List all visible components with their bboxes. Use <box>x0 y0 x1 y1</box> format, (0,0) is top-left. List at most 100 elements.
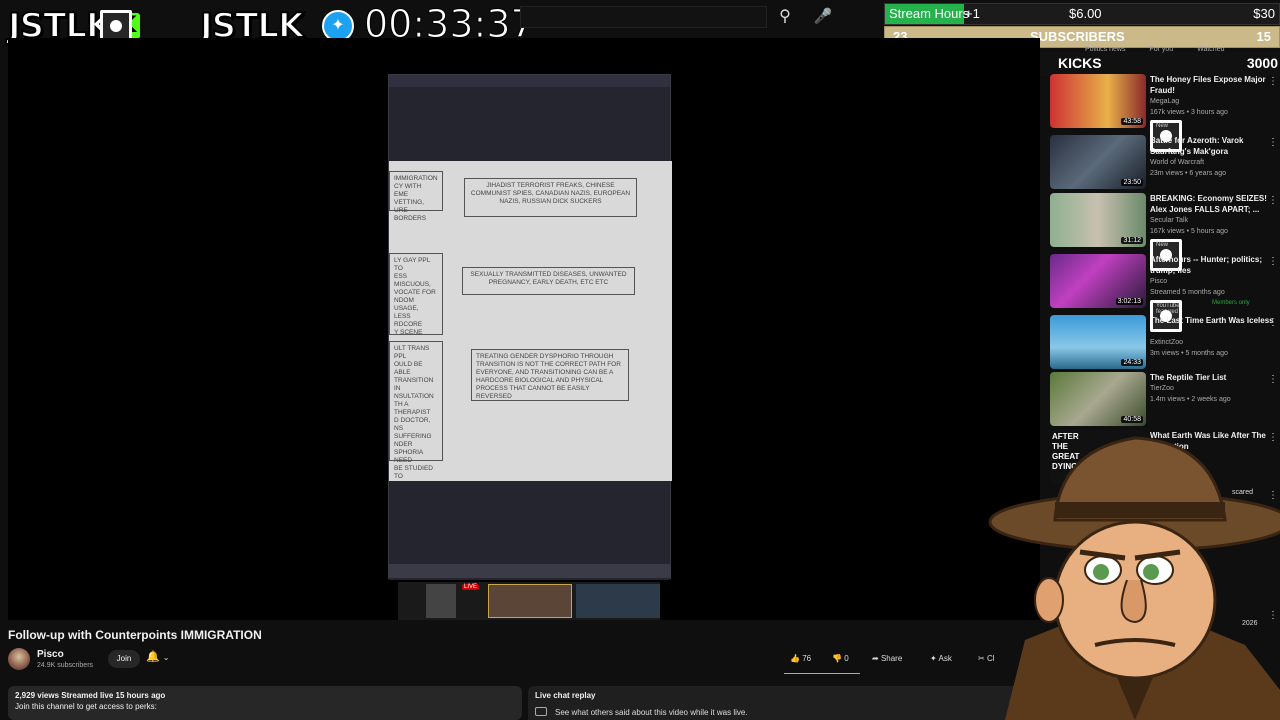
kicks-goal-value: 3000 <box>1246 55 1278 71</box>
rec-meta: 167k views • 3 hours ago <box>1150 109 1228 116</box>
chat-subtitle: See what others said about this video wh… <box>555 708 748 717</box>
doc-left-box-3: ULT TRANS PPL OULD BE ABLE TRANSITION IN… <box>389 341 443 496</box>
screen-share-thumb <box>426 584 456 618</box>
stream-hours-mid: $6.00 <box>1069 6 1102 21</box>
channel-name[interactable]: Pisco <box>37 649 64 660</box>
video-thumbnail: 31:12 <box>1050 193 1146 247</box>
doc-left-box-1: IMMIGRATION CY WITH EME VETTING, URE BOR… <box>389 171 443 222</box>
live-badge: LIVE <box>462 584 480 590</box>
video-frame-phone: IMMIGRATION CY WITH EME VETTING, URE BOR… <box>388 74 672 580</box>
notifications-button[interactable]: 🔔 ⌄ <box>146 650 184 668</box>
rec-title: The Honey Files Expose Major Fraud! <box>1150 75 1266 95</box>
more-icon[interactable]: ⋮ <box>1268 374 1278 385</box>
more-icon[interactable]: ⋮ <box>1268 317 1278 328</box>
phone-status-bar <box>389 75 670 87</box>
ask-button[interactable]: ✦ Ask <box>930 649 952 669</box>
avatar[interactable] <box>8 648 30 670</box>
duration: 23:50 <box>1121 179 1143 186</box>
chat-title: Live chat replay <box>535 691 596 700</box>
rec-title: BREAKING: Economy SEIZES! Alex Jones FAL… <box>1150 194 1267 214</box>
more-icon[interactable]: ⋮ <box>1268 76 1278 87</box>
channel-subscribers: 24.9K subscribers <box>37 662 94 669</box>
dislike-button[interactable]: 👎 0 <box>832 649 849 669</box>
stream-hours-end: $30 <box>1253 6 1275 21</box>
phone-taskbar <box>389 564 670 578</box>
video-thumbnail: 24:33 <box>1050 315 1146 369</box>
subscribers-goal-value: 15 <box>1256 29 1271 44</box>
mascot-iris-left <box>1093 564 1109 580</box>
list-item[interactable]: 40:58 The Reptile Tier List TierZoo 1.4m… <box>1050 372 1280 428</box>
search-input[interactable] <box>520 6 767 28</box>
list-item[interactable]: 31:12 BREAKING: Economy SEIZES! Alex Jon… <box>1050 193 1280 271</box>
description-box[interactable]: 2,929 views Streamed live 15 hours ago J… <box>8 686 522 720</box>
list-item[interactable]: 23:50 Battle for Azeroth: Varok Saurfang… <box>1050 135 1280 191</box>
description-meta: 2,929 views Streamed live 15 hours ago <box>15 691 166 700</box>
duration: 40:58 <box>1121 416 1143 423</box>
like-underline <box>784 673 860 674</box>
list-item[interactable]: 3:02:13 Afterhours -- Hunter; politics; … <box>1050 254 1280 332</box>
bell-icon: 🔔 <box>146 651 160 663</box>
rec-title: The Reptile Tier List <box>1150 373 1227 382</box>
share-button[interactable]: ➦ Share <box>872 649 902 669</box>
sidebar-chips: Politics news For you Watched <box>1085 46 1224 53</box>
rec-meta: 3m views • 5 months ago <box>1150 350 1228 357</box>
rec-meta: 23m views • 6 years ago <box>1150 170 1226 177</box>
detective-mascot <box>988 436 1280 720</box>
phone-dark-region <box>389 87 670 161</box>
rec-meta: Streamed 5 months ago <box>1150 289 1225 296</box>
chip-for-you[interactable]: For you <box>1149 46 1173 53</box>
stream-hours-label: Stream Hours <box>889 6 970 21</box>
rec-meta: 167k views • 5 hours ago <box>1150 228 1228 235</box>
share-label: Share <box>880 654 903 663</box>
duration: 43:58 <box>1121 118 1143 125</box>
search-icon[interactable]: ⚲ <box>770 4 800 30</box>
chip-watched[interactable]: Watched <box>1197 46 1224 53</box>
rec-title: Battle for Azeroth: Varok Saurfang's Mak… <box>1150 136 1244 156</box>
kicks-label: KICKS <box>1058 55 1102 71</box>
more-icon[interactable]: ⋮ <box>1268 195 1278 206</box>
rec-channel: TierZoo <box>1150 385 1174 392</box>
rec-channel: MegaLag <box>1150 98 1180 105</box>
members-only-badge: Members only <box>1212 300 1250 306</box>
list-item[interactable]: 24:33 The Last Time Earth Was Iceless Ex… <box>1050 315 1280 371</box>
doc-right-box-1: JIHADIST TERRORIST FREAKS, CHINESE COMMU… <box>464 178 637 217</box>
like-button[interactable]: 👍 76 <box>790 649 811 669</box>
thumbs-up-icon: 👍 <box>790 654 800 663</box>
doc-left-box-2: LY GAY PPL TO ESS MISCUOUS, VOCATE FOR N… <box>389 253 443 336</box>
duration: 24:33 <box>1121 359 1143 366</box>
rec-title: Afterhours -- Hunter; politics; trump; l… <box>1150 255 1262 275</box>
ask-label: Ask <box>938 654 952 663</box>
doc-right-box-3: TREATING GENDER DYSPHORIO THROUGH TRANSI… <box>471 349 629 401</box>
camera-strip: LIVE <box>398 582 660 620</box>
subscribers-label: SUBSCRIBERS <box>1030 29 1125 44</box>
mascot-hat-band <box>1055 502 1225 518</box>
dislike-count: 0 <box>844 654 849 663</box>
video-thumbnail: 40:58 <box>1050 372 1146 426</box>
avatar-image <box>8 648 30 670</box>
list-item[interactable]: 43:58 The Honey Files Expose Major Fraud… <box>1050 74 1280 152</box>
video-thumbnail: 43:58 <box>1050 74 1146 128</box>
chat-icon <box>535 707 547 716</box>
rec-channel: Secular Talk <box>1150 217 1189 224</box>
live-chat-replay[interactable]: Live chat replay See what others said ab… <box>528 686 1040 720</box>
video-thumbnail: 3:02:13 <box>1050 254 1146 308</box>
mascot-nose <box>1120 579 1147 624</box>
duration: 31:12 <box>1121 237 1143 244</box>
mascot-iris-right <box>1143 564 1159 580</box>
like-count: 76 <box>802 654 812 663</box>
microphone-icon[interactable]: 🎤 <box>808 4 838 30</box>
video-thumbnail: 23:50 <box>1050 135 1146 189</box>
more-icon[interactable]: ⋮ <box>1268 256 1278 267</box>
share-icon: ➦ <box>872 654 879 663</box>
document-page: IMMIGRATION CY WITH EME VETTING, URE BOR… <box>389 161 672 496</box>
scissors-icon: ✂ <box>978 654 985 663</box>
host-camera-thumb <box>488 584 572 618</box>
chip-politics[interactable]: Politics news <box>1085 46 1125 53</box>
rec-channel: Pisco <box>1150 278 1168 285</box>
more-icon[interactable]: ⋮ <box>1268 137 1278 148</box>
join-button[interactable]: Join <box>108 650 140 668</box>
sparkle-icon: ✦ <box>930 654 937 663</box>
stream-hours-increment: +1 <box>965 6 980 21</box>
description-text: Join this channel to get access to perks… <box>15 702 157 711</box>
duration: 3:02:13 <box>1115 298 1143 305</box>
